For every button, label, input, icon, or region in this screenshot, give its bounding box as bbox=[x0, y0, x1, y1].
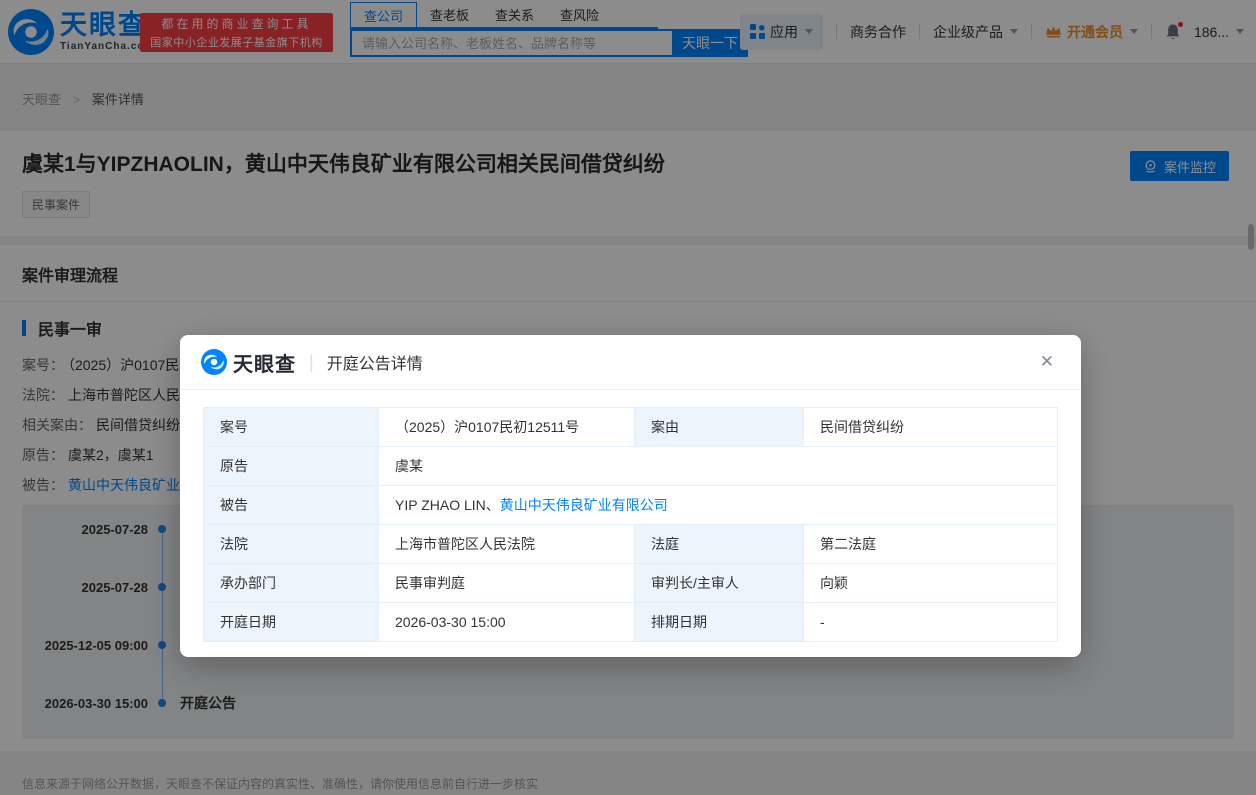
table-row: 案号 （2025）沪0107民初12511号 案由 民间借贷纠纷 bbox=[203, 407, 1058, 447]
table-row: 法院 上海市普陀区人民法院 法庭 第二法庭 bbox=[203, 524, 1058, 564]
cell-label: 承办部门 bbox=[203, 563, 379, 603]
table-row: 承办部门 民事审判庭 审判长/主审人 向颖 bbox=[203, 563, 1058, 603]
defendant-person: YIP ZHAO LIN、 bbox=[395, 497, 500, 513]
table-row: 原告 虞某 bbox=[203, 446, 1058, 486]
hearing-detail-table: 案号 （2025）沪0107民初12511号 案由 民间借贷纠纷 原告 虞某 被… bbox=[203, 407, 1058, 642]
cell-label: 开庭日期 bbox=[203, 602, 379, 642]
cell-value: - bbox=[803, 602, 1058, 642]
cell-label: 排期日期 bbox=[634, 602, 804, 642]
modal-title-divider: | bbox=[309, 351, 314, 372]
cell-label: 案号 bbox=[203, 407, 379, 447]
modal-title: 开庭公告详情 bbox=[326, 356, 423, 373]
cell-label: 法庭 bbox=[634, 524, 804, 564]
cell-value: 民间借贷纠纷 bbox=[803, 407, 1058, 447]
cell-value: 第二法庭 bbox=[803, 524, 1058, 564]
cell-label: 原告 bbox=[203, 446, 379, 486]
cell-label: 被告 bbox=[203, 485, 379, 525]
defendant-company-link[interactable]: 黄山中天伟良矿业有限公司 bbox=[500, 497, 668, 513]
cell-label: 审判长/主审人 bbox=[634, 563, 804, 603]
hearing-announcement-modal: 天眼查 | 开庭公告详情 ✕ 案号 （2025）沪0107民初12511号 案由… bbox=[180, 335, 1081, 657]
table-row: 开庭日期 2026-03-30 15:00 排期日期 - bbox=[203, 602, 1058, 642]
cell-value: 民事审判庭 bbox=[378, 563, 635, 603]
cell-value: 虞某 bbox=[378, 446, 1058, 486]
modal-body: 案号 （2025）沪0107民初12511号 案由 民间借贷纠纷 原告 虞某 被… bbox=[180, 390, 1081, 642]
close-icon[interactable]: ✕ bbox=[1034, 351, 1060, 373]
modal-logo-text: 天眼查 bbox=[233, 353, 296, 376]
cell-value: 上海市普陀区人民法院 bbox=[378, 524, 635, 564]
cell-label: 法院 bbox=[203, 524, 379, 564]
cell-value: YIP ZHAO LIN、黄山中天伟良矿业有限公司 bbox=[378, 485, 1058, 525]
table-row: 被告 YIP ZHAO LIN、黄山中天伟良矿业有限公司 bbox=[203, 485, 1058, 525]
tianyancha-swirl-icon bbox=[201, 349, 227, 375]
cell-value: 2026-03-30 15:00 bbox=[378, 602, 635, 642]
cell-value: 向颖 bbox=[803, 563, 1058, 603]
cell-value: （2025）沪0107民初12511号 bbox=[378, 407, 635, 447]
modal-header: 天眼查 | 开庭公告详情 ✕ bbox=[180, 335, 1081, 390]
cell-label: 案由 bbox=[634, 407, 804, 447]
